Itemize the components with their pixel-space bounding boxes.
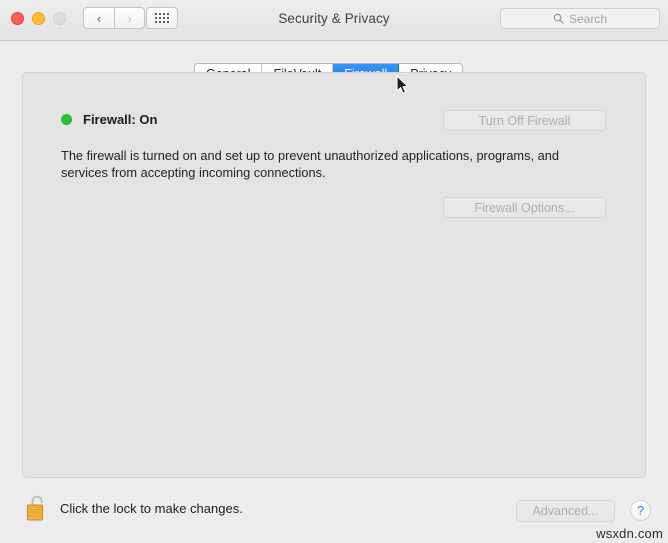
search-input[interactable]: Search (500, 8, 660, 29)
firewall-status-label: Firewall: On (83, 112, 158, 127)
watermark-text: wsxdn.com (596, 526, 663, 541)
search-icon (553, 13, 564, 24)
window-titlebar: ‹ › Security & Privacy Search (0, 0, 668, 41)
system-preferences-window: ‹ › Security & Privacy Search Firewall: … (0, 0, 668, 543)
turn-off-firewall-button[interactable]: Turn Off Firewall (443, 110, 606, 131)
search-placeholder-text: Search (568, 11, 608, 26)
status-indicator-dot (61, 114, 72, 125)
firewall-options-button[interactable]: Firewall Options... (443, 197, 606, 218)
firewall-description-text: The firewall is turned on and set up to … (61, 148, 559, 180)
lock-row: Click the lock to make changes. (25, 494, 243, 523)
help-button[interactable]: ? (630, 500, 651, 521)
unlocked-padlock-icon[interactable] (25, 494, 49, 523)
advanced-button[interactable]: Advanced... (516, 500, 615, 522)
firewall-content-panel: Firewall: On Turn Off Firewall The firew… (22, 72, 646, 478)
lock-message-label: Click the lock to make changes. (60, 501, 243, 516)
firewall-status-row: Firewall: On (61, 112, 157, 127)
